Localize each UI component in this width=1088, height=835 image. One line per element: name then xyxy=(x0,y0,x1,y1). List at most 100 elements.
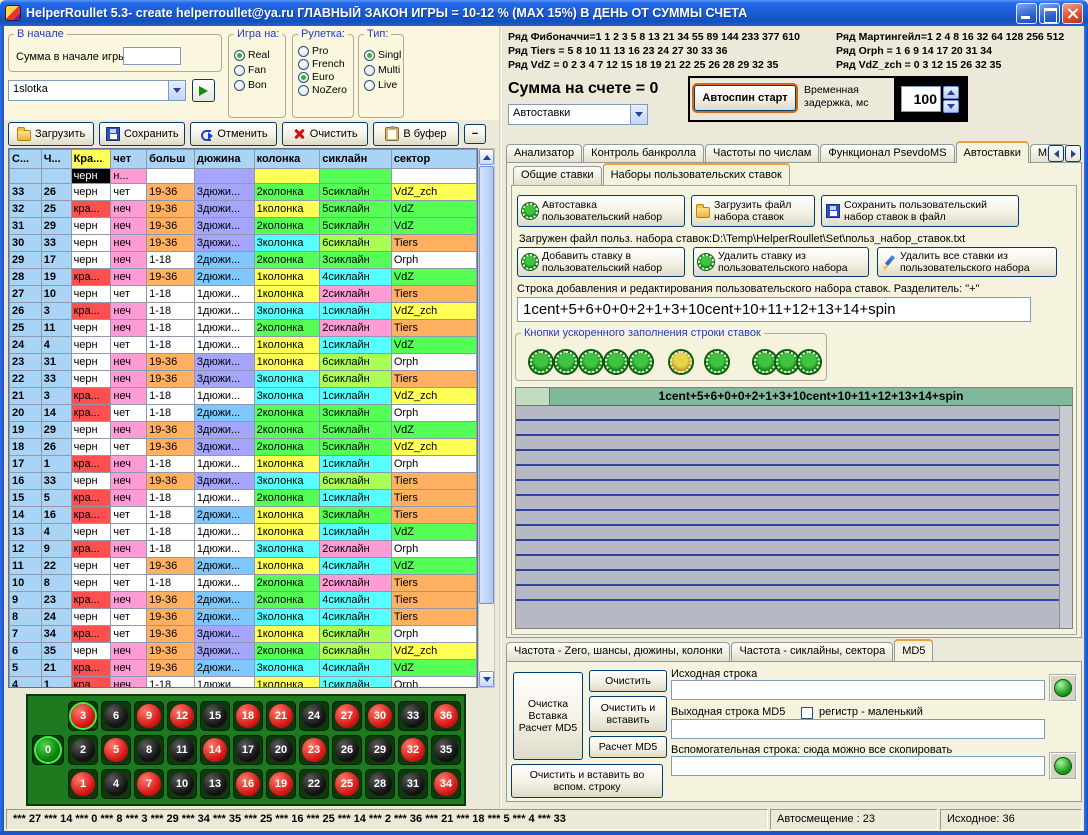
bet-list-scrollbar[interactable] xyxy=(1059,406,1072,628)
radio-french[interactable]: French xyxy=(298,58,353,70)
25cent-chip-button[interactable] xyxy=(605,351,627,373)
remove-bet-button[interactable]: Удалить ставку из пользовательского набо… xyxy=(693,247,869,277)
5-chip-button[interactable] xyxy=(754,351,776,373)
main-tab-5[interactable]: Автоставки xyxy=(956,141,1029,163)
1-chip-button[interactable] xyxy=(706,351,728,373)
close-button[interactable] xyxy=(1062,3,1083,24)
radio-live[interactable]: Live xyxy=(364,79,403,91)
md5-clear-paste-aux-button[interactable]: Очистить и вставить во вспом. строку xyxy=(511,764,663,798)
board-number-18[interactable]: 18 xyxy=(233,701,263,731)
md5-source-go-button[interactable] xyxy=(1054,679,1072,697)
collapse-button[interactable]: − xyxy=(464,124,486,144)
board-number-4[interactable]: 4 xyxy=(101,769,131,799)
25-chip-button[interactable] xyxy=(798,351,820,373)
autobet-user-set-button[interactable]: Автоставка пользовательский набор xyxy=(517,195,685,227)
main-tab-1[interactable]: Анализатор xyxy=(506,144,582,163)
board-number-33[interactable]: 33 xyxy=(398,701,428,731)
register-lowercase-checkbox[interactable] xyxy=(801,707,813,719)
md5-calc-button[interactable]: Расчет MD5 xyxy=(589,736,667,758)
undo-button[interactable]: Отменить xyxy=(190,122,276,146)
radio-singl[interactable]: Singl xyxy=(364,49,403,61)
board-number-6[interactable]: 6 xyxy=(101,701,131,731)
load-button[interactable]: Загрузить xyxy=(8,122,94,146)
sub-tab-2[interactable]: Наборы пользовательских ставок xyxy=(603,163,790,185)
minimize-button[interactable] xyxy=(1016,3,1037,24)
scrollbar-thumb[interactable] xyxy=(479,166,494,604)
board-number-35[interactable]: 35 xyxy=(431,735,461,765)
10-chip-button[interactable] xyxy=(776,351,798,373)
board-number-23[interactable]: 23 xyxy=(299,735,329,765)
main-tab-2[interactable]: Контроль банкролла xyxy=(583,144,704,163)
start-sum-input[interactable] xyxy=(123,47,181,65)
save-button[interactable]: Сохранить xyxy=(99,122,185,146)
delay-input[interactable] xyxy=(901,86,941,112)
load-set-file-button[interactable]: Загрузить файл набора ставок xyxy=(691,195,815,227)
radio-pro[interactable]: Pro xyxy=(298,45,353,57)
board-number-36[interactable]: 36 xyxy=(431,701,461,731)
board-number-29[interactable]: 29 xyxy=(365,735,395,765)
save-set-file-button[interactable]: Сохранить пользовательский набор ставок … xyxy=(821,195,1019,227)
board-number-13[interactable]: 13 xyxy=(200,769,230,799)
board-number-26[interactable]: 26 xyxy=(332,735,362,765)
autospin-start-button[interactable]: Автоспин старт xyxy=(694,85,796,111)
slot-select[interactable]: 1slotka xyxy=(8,80,186,101)
spins-table[interactable]: С...Ч...Кра...четбольшдюжинаколонкасикла… xyxy=(8,148,478,688)
md5-output-input[interactable] xyxy=(671,719,1045,739)
md5-source-input[interactable] xyxy=(671,680,1045,700)
board-number-20[interactable]: 20 xyxy=(266,735,296,765)
main-tab-4[interactable]: Функционал PsevdoMS xyxy=(820,144,954,163)
board-number-3[interactable]: 3 xyxy=(68,701,98,731)
board-number-7[interactable]: 7 xyxy=(134,769,164,799)
board-number-22[interactable]: 22 xyxy=(299,769,329,799)
md5-clear-and-paste-button[interactable]: Очистить и вставить xyxy=(589,696,667,732)
board-number-12[interactable]: 12 xyxy=(167,701,197,731)
freq-tab-1[interactable]: Частота - Zero, шансы, дюжины, колонки xyxy=(506,642,730,661)
bet-set-list[interactable]: 1cent+5+6+0+0+2+1+3+10cent+10+11+12+13+1… xyxy=(515,387,1073,629)
board-number-32[interactable]: 32 xyxy=(398,735,428,765)
radio-euro[interactable]: Euro xyxy=(298,71,353,83)
board-number-28[interactable]: 28 xyxy=(365,769,395,799)
board-number-2[interactable]: 2 xyxy=(68,735,98,765)
board-number-30[interactable]: 30 xyxy=(365,701,395,731)
board-number-17[interactable]: 17 xyxy=(233,735,263,765)
freq-tab-2[interactable]: Частота - сиклайны, сектора xyxy=(731,642,893,661)
sub-tab-1[interactable]: Общие ставки xyxy=(513,166,602,185)
add-bet-button[interactable]: Добавить ставку в пользовательский набор xyxy=(517,247,685,277)
board-number-1[interactable]: 1 xyxy=(68,769,98,799)
buffer-button[interactable]: В буфер xyxy=(373,122,459,146)
board-number-27[interactable]: 27 xyxy=(332,701,362,731)
board-number-9[interactable]: 9 xyxy=(134,701,164,731)
board-number-11[interactable]: 11 xyxy=(167,735,197,765)
md5-aux-go-button[interactable] xyxy=(1054,757,1072,775)
tabs-scroll-right-button[interactable] xyxy=(1065,145,1081,162)
board-number-10[interactable]: 10 xyxy=(167,769,197,799)
table-scrollbar[interactable] xyxy=(478,148,495,688)
5cent-chip-button[interactable] xyxy=(555,351,577,373)
50cent-chip-button[interactable] xyxy=(630,351,652,373)
board-number-5[interactable]: 5 xyxy=(101,735,131,765)
scroll-down-button[interactable] xyxy=(479,671,494,687)
radio-bon[interactable]: Bon xyxy=(234,79,285,91)
board-number-8[interactable]: 8 xyxy=(134,735,164,765)
board-number-21[interactable]: 21 xyxy=(266,701,296,731)
spinner-down-button[interactable] xyxy=(943,100,959,113)
md5-clear-button[interactable]: Очистить xyxy=(589,670,667,692)
md5-clear-paste-calc-button[interactable]: Очистка Вставка Расчет MD5 xyxy=(513,672,583,760)
main-tab-3[interactable]: Частоты по числам xyxy=(705,144,819,163)
board-number-24[interactable]: 24 xyxy=(299,701,329,731)
radio-nozero[interactable]: NoZero xyxy=(298,84,353,96)
autobets-select[interactable]: Автоставки xyxy=(508,104,648,125)
autobets-dropdown-button[interactable] xyxy=(630,105,647,124)
board-number-31[interactable]: 31 xyxy=(398,769,428,799)
board-number-19[interactable]: 19 xyxy=(266,769,296,799)
board-number-14[interactable]: 14 xyxy=(200,735,230,765)
10cent-chip-button[interactable] xyxy=(580,351,602,373)
board-number-25[interactable]: 25 xyxy=(332,769,362,799)
clear-button[interactable]: Очистить xyxy=(282,122,368,146)
scroll-up-button[interactable] xyxy=(479,149,494,165)
maximize-button[interactable] xyxy=(1039,3,1060,24)
radio-real[interactable]: Real xyxy=(234,49,285,61)
freq-tab-3[interactable]: MD5 xyxy=(894,639,933,661)
tabs-scroll-left-button[interactable] xyxy=(1048,145,1064,162)
board-number-16[interactable]: 16 xyxy=(233,769,263,799)
